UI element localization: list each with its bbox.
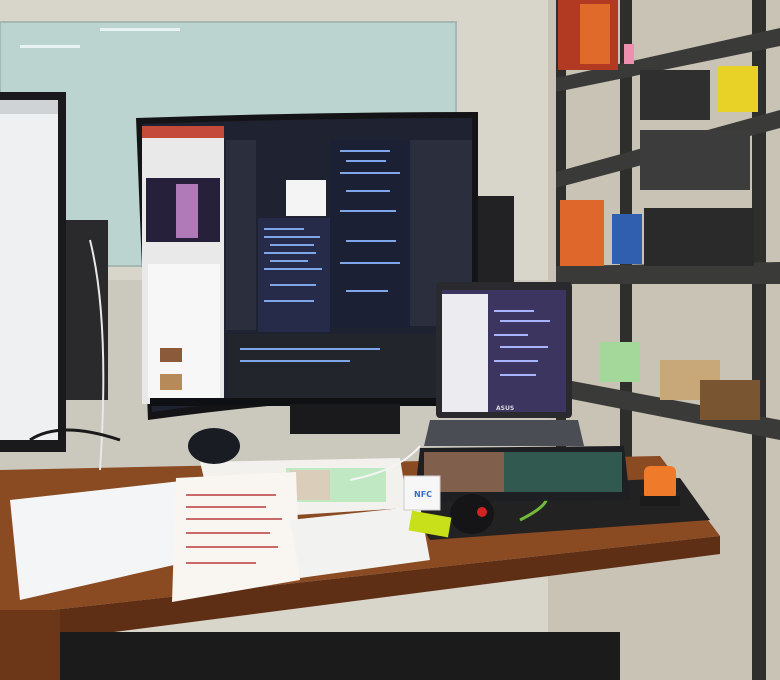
ide-editor-a: [258, 218, 330, 332]
nfc-label: NFC: [414, 490, 432, 499]
mouse-led: [477, 507, 487, 517]
right-speaker: [474, 196, 514, 286]
main-monitor: [136, 112, 478, 420]
rgb-keyboard: [414, 446, 630, 502]
shelving-unit: [548, 0, 780, 680]
orange-device: [640, 466, 680, 506]
ide-console: [228, 334, 472, 400]
monitor-stand: [290, 404, 400, 434]
whiteboard-glare: [20, 45, 80, 48]
whiteboard-glare-2: [100, 28, 180, 31]
desk-photo: ASUS NFC: [0, 0, 780, 680]
ide-preview: [286, 180, 326, 216]
paper-sheet: [172, 472, 300, 602]
left-monitor: [0, 92, 66, 452]
mouse: [450, 494, 494, 534]
laptop-brand: ASUS: [496, 405, 514, 412]
ide-left-pane: [226, 140, 256, 330]
headphones: [188, 428, 240, 464]
ide-editor-b: [330, 140, 410, 328]
laptop: ASUS: [424, 282, 584, 446]
